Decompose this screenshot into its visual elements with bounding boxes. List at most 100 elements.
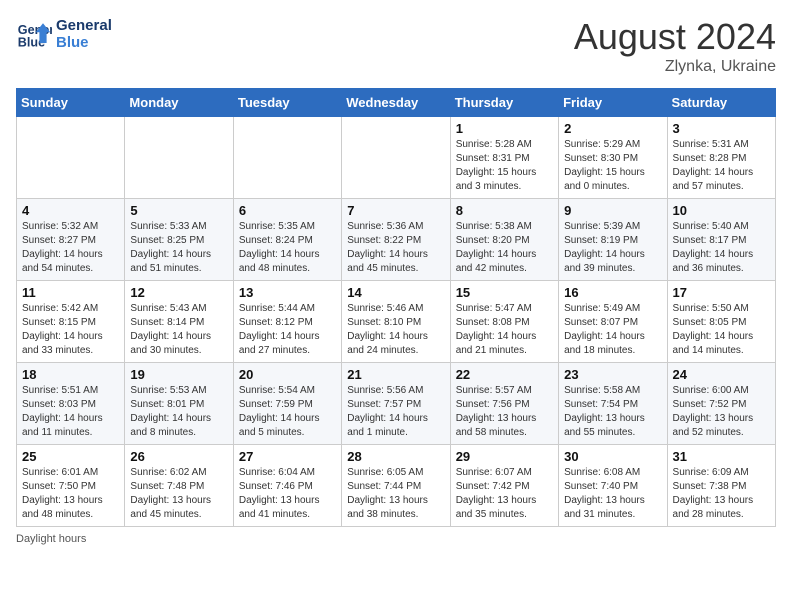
- calendar-cell: 20 Sunrise: 5:54 AM Sunset: 7:59 PM Dayli…: [233, 363, 341, 445]
- day-info: Sunrise: 5:28 AM Sunset: 8:31 PM Dayligh…: [456, 138, 553, 194]
- calendar-cell: 18 Sunrise: 5:51 AM Sunset: 8:03 PM Dayli…: [17, 363, 125, 445]
- day-info: Sunrise: 6:08 AM Sunset: 7:40 PM Dayligh…: [564, 466, 661, 522]
- day-number: 11: [22, 285, 119, 300]
- day-info: Sunrise: 6:01 AM Sunset: 7:50 PM Dayligh…: [22, 466, 119, 522]
- day-info: Sunrise: 5:50 AM Sunset: 8:05 PM Dayligh…: [673, 302, 770, 358]
- calendar-cell: 31 Sunrise: 6:09 AM Sunset: 7:38 PM Dayli…: [667, 445, 775, 527]
- day-number: 31: [673, 449, 770, 464]
- day-number: 12: [130, 285, 227, 300]
- day-info: Sunrise: 6:09 AM Sunset: 7:38 PM Dayligh…: [673, 466, 770, 522]
- day-info: Sunrise: 6:00 AM Sunset: 7:52 PM Dayligh…: [673, 384, 770, 440]
- day-number: 13: [239, 285, 336, 300]
- day-number: 25: [22, 449, 119, 464]
- day-info: Sunrise: 5:33 AM Sunset: 8:25 PM Dayligh…: [130, 220, 227, 276]
- day-number: 14: [347, 285, 444, 300]
- calendar-cell: 6Sunrise: 5:35 AM Sunset: 8:24 PM Daylig…: [233, 199, 341, 281]
- calendar-cell: 28 Sunrise: 6:05 AM Sunset: 7:44 PM Dayli…: [342, 445, 450, 527]
- day-number: 17: [673, 285, 770, 300]
- calendar-cell: 8 Sunrise: 5:38 AM Sunset: 8:20 PM Daylig…: [450, 199, 558, 281]
- calendar-cell: 14 Sunrise: 5:46 AM Sunset: 8:10 PM Dayli…: [342, 281, 450, 363]
- calendar-cell: 29 Sunrise: 6:07 AM Sunset: 7:42 PM Dayli…: [450, 445, 558, 527]
- day-number: 29: [456, 449, 553, 464]
- day-number: 19: [130, 367, 227, 382]
- day-info: Sunrise: 5:42 AM Sunset: 8:15 PM Dayligh…: [22, 302, 119, 358]
- day-number: 9: [564, 203, 661, 218]
- day-number: 24: [673, 367, 770, 382]
- day-info: Sunrise: 6:05 AM Sunset: 7:44 PM Dayligh…: [347, 466, 444, 522]
- calendar-cell: 23 Sunrise: 5:58 AM Sunset: 7:54 PM Dayli…: [559, 363, 667, 445]
- calendar-table: SundayMondayTuesdayWednesdayThursdayFrid…: [16, 88, 776, 527]
- weekday-header-monday: Monday: [125, 89, 233, 117]
- logo-line2: Blue: [56, 34, 112, 51]
- day-number: 26: [130, 449, 227, 464]
- day-info: Sunrise: 5:58 AM Sunset: 7:54 PM Dayligh…: [564, 384, 661, 440]
- logo: General Blue General Blue: [16, 16, 112, 52]
- day-number: 27: [239, 449, 336, 464]
- day-info: Sunrise: 6:04 AM Sunset: 7:46 PM Dayligh…: [239, 466, 336, 522]
- day-number: 8: [456, 203, 553, 218]
- calendar-cell: 21Sunrise: 5:56 AM Sunset: 7:57 PM Dayli…: [342, 363, 450, 445]
- calendar-cell: [17, 117, 125, 199]
- day-info: Sunrise: 5:57 AM Sunset: 7:56 PM Dayligh…: [456, 384, 553, 440]
- day-number: 18: [22, 367, 119, 382]
- day-info: Sunrise: 5:36 AM Sunset: 8:22 PM Dayligh…: [347, 220, 444, 276]
- day-number: 21: [347, 367, 444, 382]
- day-number: 2: [564, 121, 661, 136]
- day-number: 15: [456, 285, 553, 300]
- calendar-cell: 25 Sunrise: 6:01 AM Sunset: 7:50 PM Dayli…: [17, 445, 125, 527]
- calendar-cell: 24 Sunrise: 6:00 AM Sunset: 7:52 PM Dayli…: [667, 363, 775, 445]
- weekday-header-friday: Friday: [559, 89, 667, 117]
- footer-note: Daylight hours: [16, 533, 776, 545]
- day-info: Sunrise: 5:32 AM Sunset: 8:27 PM Dayligh…: [22, 220, 119, 276]
- calendar-cell: 9 Sunrise: 5:39 AM Sunset: 8:19 PM Daylig…: [559, 199, 667, 281]
- day-number: 30: [564, 449, 661, 464]
- day-info: Sunrise: 5:47 AM Sunset: 8:08 PM Dayligh…: [456, 302, 553, 358]
- calendar-cell: 3 Sunrise: 5:31 AM Sunset: 8:28 PM Daylig…: [667, 117, 775, 199]
- calendar-cell: 19 Sunrise: 5:53 AM Sunset: 8:01 PM Dayli…: [125, 363, 233, 445]
- day-number: 10: [673, 203, 770, 218]
- day-number: 23: [564, 367, 661, 382]
- weekday-header-wednesday: Wednesday: [342, 89, 450, 117]
- logo-line1: General: [56, 17, 112, 34]
- weekday-header-sunday: Sunday: [17, 89, 125, 117]
- day-number: 20: [239, 367, 336, 382]
- day-number: 1: [456, 121, 553, 136]
- day-info: Sunrise: 6:07 AM Sunset: 7:42 PM Dayligh…: [456, 466, 553, 522]
- weekday-header-tuesday: Tuesday: [233, 89, 341, 117]
- day-info: Sunrise: 5:49 AM Sunset: 8:07 PM Dayligh…: [564, 302, 661, 358]
- calendar-cell: 17 Sunrise: 5:50 AM Sunset: 8:05 PM Dayli…: [667, 281, 775, 363]
- calendar-cell: 16Sunrise: 5:49 AM Sunset: 8:07 PM Dayli…: [559, 281, 667, 363]
- day-info: Sunrise: 5:39 AM Sunset: 8:19 PM Dayligh…: [564, 220, 661, 276]
- location: Zlynka, Ukraine: [574, 58, 776, 76]
- calendar-cell: 13 Sunrise: 5:44 AM Sunset: 8:12 PM Dayli…: [233, 281, 341, 363]
- calendar-cell: 2 Sunrise: 5:29 AM Sunset: 8:30 PM Daylig…: [559, 117, 667, 199]
- calendar-cell: 26 Sunrise: 6:02 AM Sunset: 7:48 PM Dayli…: [125, 445, 233, 527]
- calendar-cell: 5 Sunrise: 5:33 AM Sunset: 8:25 PM Daylig…: [125, 199, 233, 281]
- day-info: Sunrise: 5:53 AM Sunset: 8:01 PM Dayligh…: [130, 384, 227, 440]
- day-info: Sunrise: 5:44 AM Sunset: 8:12 PM Dayligh…: [239, 302, 336, 358]
- day-info: Sunrise: 5:43 AM Sunset: 8:14 PM Dayligh…: [130, 302, 227, 358]
- logo-icon: General Blue: [16, 16, 52, 52]
- day-info: Sunrise: 5:40 AM Sunset: 8:17 PM Dayligh…: [673, 220, 770, 276]
- day-number: 22: [456, 367, 553, 382]
- day-number: 3: [673, 121, 770, 136]
- calendar-cell: 30 Sunrise: 6:08 AM Sunset: 7:40 PM Dayli…: [559, 445, 667, 527]
- calendar-cell: 4 Sunrise: 5:32 AM Sunset: 8:27 PM Daylig…: [17, 199, 125, 281]
- weekday-header-thursday: Thursday: [450, 89, 558, 117]
- day-number: 28: [347, 449, 444, 464]
- day-info: Sunrise: 5:46 AM Sunset: 8:10 PM Dayligh…: [347, 302, 444, 358]
- day-info: Sunrise: 5:51 AM Sunset: 8:03 PM Dayligh…: [22, 384, 119, 440]
- calendar-cell: 22 Sunrise: 5:57 AM Sunset: 7:56 PM Dayli…: [450, 363, 558, 445]
- title-block: August 2024 Zlynka, Ukraine: [574, 16, 776, 76]
- day-info: Sunrise: 5:31 AM Sunset: 8:28 PM Dayligh…: [673, 138, 770, 194]
- calendar-cell: [233, 117, 341, 199]
- day-info: Sunrise: 5:29 AM Sunset: 8:30 PM Dayligh…: [564, 138, 661, 194]
- page-header: General Blue General Blue August 2024 Zl…: [16, 16, 776, 76]
- weekday-header-saturday: Saturday: [667, 89, 775, 117]
- day-info: Sunrise: 6:02 AM Sunset: 7:48 PM Dayligh…: [130, 466, 227, 522]
- day-info: Sunrise: 5:38 AM Sunset: 8:20 PM Dayligh…: [456, 220, 553, 276]
- day-number: 4: [22, 203, 119, 218]
- day-number: 5: [130, 203, 227, 218]
- calendar-cell: [125, 117, 233, 199]
- day-info: Sunrise: 5:54 AM Sunset: 7:59 PM Dayligh…: [239, 384, 336, 440]
